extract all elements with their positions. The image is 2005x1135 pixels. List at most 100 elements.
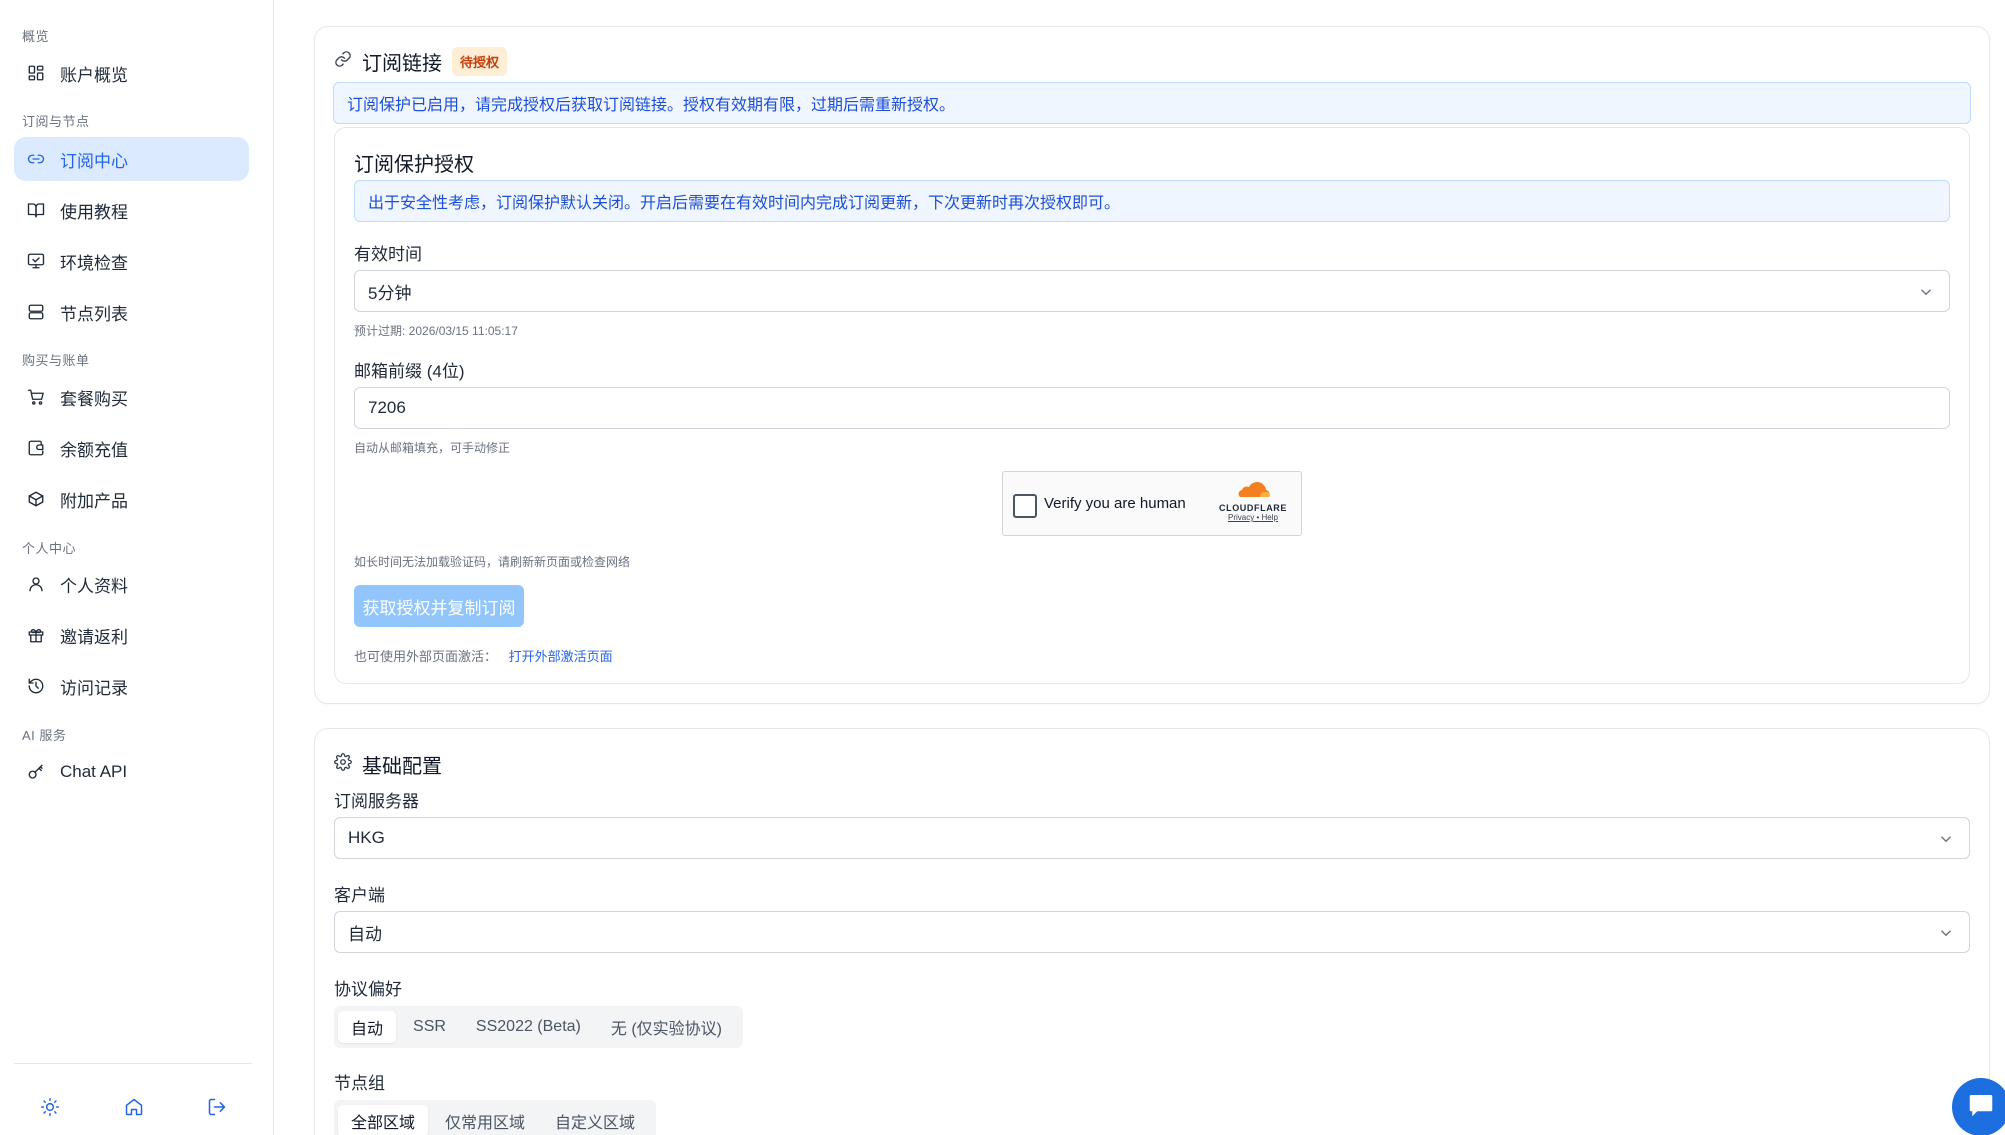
- sidebar-item-label: Chat API: [60, 762, 128, 781]
- subscription-title: 订阅链接 待授权: [334, 47, 508, 76]
- sidebar: 概览 账户概览 订阅与节点 订阅中心 使用教程 环境检查 节点列表 购买与账单 …: [0, 0, 274, 1135]
- captcha-widget: Verify you are human CLOUDFLARE Privacy …: [1002, 471, 1302, 536]
- valid-time-value: 5分钟: [368, 283, 412, 303]
- chevron-down-icon: [1937, 830, 1955, 848]
- server-label: 订阅服务器: [334, 792, 419, 811]
- cloud-icon: [1238, 482, 1270, 497]
- link-icon: [334, 50, 362, 74]
- package-icon: [26, 489, 46, 509]
- sidebar-item-env-check[interactable]: 环境检查: [14, 239, 249, 283]
- sidebar-item-topup[interactable]: 余额充值: [14, 426, 249, 470]
- captcha-link-separator: •: [1256, 513, 1260, 522]
- server-value: HKG: [348, 828, 385, 847]
- auth-notice: 出于安全性考虑，订阅保护默认关闭。开启后需要在有效时间内完成订阅更新，下次更新时…: [354, 180, 1950, 222]
- external-activation-link[interactable]: 打开外部激活页面: [509, 649, 613, 664]
- home-icon: [124, 1097, 144, 1122]
- valid-time-select[interactable]: 5分钟: [354, 270, 1950, 312]
- sidebar-item-chat-api[interactable]: Chat API: [14, 750, 249, 794]
- sidebar-item-label: 余额充值: [60, 440, 128, 460]
- logout-button[interactable]: [200, 1092, 234, 1126]
- protocol-option-ss2022[interactable]: SS2022 (Beta): [463, 1011, 594, 1043]
- cloudflare-logo: CLOUDFLARE Privacy • Help: [1213, 482, 1293, 522]
- chat-bubble-icon: [1966, 1090, 1996, 1125]
- home-button[interactable]: [117, 1092, 151, 1126]
- node-group-segmented: 全部区域 仅常用区域 自定义区域: [334, 1100, 657, 1135]
- email-prefix-input[interactable]: 7206: [354, 387, 1950, 429]
- theme-toggle-button[interactable]: [33, 1092, 67, 1126]
- sidebar-item-label: 访问记录: [60, 678, 128, 698]
- captcha-privacy-link[interactable]: Privacy: [1228, 513, 1254, 522]
- sidebar-item-addons[interactable]: 附加产品: [14, 477, 249, 521]
- nav-group-ai: AI 服务: [22, 728, 67, 743]
- captcha-checkbox[interactable]: [1013, 494, 1037, 518]
- nav-group-overview: 概览: [22, 29, 50, 44]
- monitor-check-icon: [26, 251, 46, 271]
- email-prefix-label: 邮箱前缀 (4位): [354, 362, 465, 381]
- sidebar-item-access-log[interactable]: 访问记录: [14, 664, 249, 708]
- sidebar-item-subscription-center[interactable]: 订阅中心: [14, 137, 249, 181]
- sidebar-item-label: 环境检查: [60, 253, 128, 273]
- valid-time-label: 有效时间: [354, 245, 422, 264]
- sidebar-item-label: 节点列表: [60, 304, 128, 324]
- email-prefix-hint: 自动从邮箱填充，可手动修正: [354, 441, 511, 455]
- sidebar-item-profile[interactable]: 个人资料: [14, 562, 249, 606]
- sidebar-item-label: 个人资料: [60, 576, 128, 596]
- basic-config-title-text: 基础配置: [362, 756, 442, 778]
- chevron-down-icon: [1937, 924, 1955, 942]
- protocol-option-auto[interactable]: 自动: [338, 1011, 397, 1043]
- nav-group-subscription: 订阅与节点: [22, 114, 90, 129]
- sidebar-item-tutorial[interactable]: 使用教程: [14, 188, 249, 232]
- cart-icon: [26, 387, 46, 407]
- history-icon: [26, 676, 46, 696]
- external-activation: 也可使用外部页面激活： 打开外部激活页面: [354, 646, 613, 665]
- authorize-copy-button[interactable]: 获取授权并复制订阅: [354, 585, 524, 627]
- protocol-option-none[interactable]: 无 (仅实验协议): [598, 1011, 735, 1043]
- group-option-custom[interactable]: 自定义区域: [542, 1105, 648, 1135]
- node-group-label: 节点组: [334, 1074, 385, 1093]
- protocol-label: 协议偏好: [334, 980, 402, 999]
- sidebar-divider: [14, 1063, 252, 1064]
- key-icon: [26, 762, 46, 782]
- sidebar-item-node-list[interactable]: 节点列表: [14, 290, 249, 334]
- chat-support-button[interactable]: [1952, 1078, 2005, 1135]
- client-value: 自动: [348, 924, 382, 944]
- basic-config-title: 基础配置: [334, 750, 442, 779]
- auth-title: 订阅保护授权: [354, 154, 474, 176]
- cloudflare-brand: CLOUDFLARE: [1219, 503, 1287, 513]
- client-select[interactable]: 自动: [334, 911, 1970, 953]
- sidebar-item-label: 套餐购买: [60, 389, 128, 409]
- gift-icon: [26, 625, 46, 645]
- sidebar-item-label: 使用教程: [60, 202, 128, 222]
- protocol-segmented: 自动 SSR SS2022 (Beta) 无 (仅实验协议): [334, 1006, 743, 1048]
- group-option-all[interactable]: 全部区域: [338, 1105, 429, 1135]
- wallet-icon: [26, 438, 46, 458]
- sidebar-item-referral[interactable]: 邀请返利: [14, 613, 249, 657]
- sidebar-item-account-overview[interactable]: 账户概览: [14, 51, 249, 95]
- client-label: 客户端: [334, 886, 385, 905]
- logout-icon: [207, 1097, 227, 1122]
- captcha-help-link[interactable]: Help: [1262, 513, 1278, 522]
- email-prefix-value: 7206: [368, 398, 406, 417]
- nav-group-billing: 购买与账单: [22, 353, 90, 368]
- sidebar-item-plan-purchase[interactable]: 套餐购买: [14, 375, 249, 419]
- chevron-down-icon: [1917, 283, 1935, 301]
- link-icon: [26, 149, 46, 169]
- server-select[interactable]: HKG: [334, 817, 1970, 859]
- external-activation-text: 也可使用外部页面激活：: [354, 649, 498, 664]
- dashboard-icon: [26, 63, 46, 83]
- group-option-common[interactable]: 仅常用区域: [432, 1105, 538, 1135]
- server-icon: [26, 302, 46, 322]
- subscription-notice: 订阅保护已启用，请完成授权后获取订阅链接。授权有效期有限，过期后需重新授权。: [333, 82, 1971, 124]
- protocol-option-ssr[interactable]: SSR: [400, 1011, 459, 1043]
- subscription-title-text: 订阅链接: [362, 53, 442, 75]
- captcha-text: Verify you are human: [1044, 495, 1186, 512]
- sun-icon: [40, 1097, 60, 1122]
- nav-group-personal: 个人中心: [22, 541, 77, 556]
- book-icon: [26, 200, 46, 220]
- user-icon: [26, 574, 46, 594]
- expiry-hint: 预计过期: 2026/03/15 11:05:17: [354, 324, 518, 338]
- sidebar-item-label: 订阅中心: [60, 151, 128, 171]
- captcha-links: Privacy • Help: [1213, 513, 1293, 522]
- gear-icon: [334, 752, 362, 777]
- sidebar-item-label: 邀请返利: [60, 627, 128, 647]
